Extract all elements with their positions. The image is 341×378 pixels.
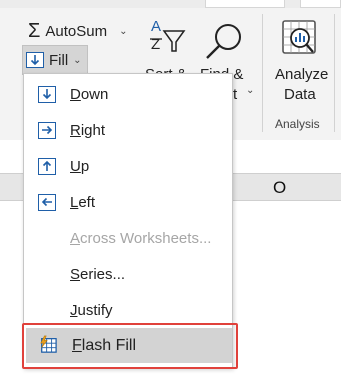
fill-up-icon [38,157,56,175]
fill-right-icon [38,121,56,139]
menu-item-label: Right [70,121,106,139]
menu-item-series[interactable]: Series... [24,256,232,292]
menu-item-flash-fill[interactable]: Flash Fill [26,328,232,363]
sort-filter-button[interactable]: A Z Sort & [140,18,195,83]
flash-fill-highlight-box: Flash Fill [22,323,238,369]
menu-item-right[interactable]: Right [24,112,232,148]
sort-filter-icon: A Z [148,18,188,66]
autosum-button[interactable]: Σ AutoSum ⌄ [28,20,127,43]
magnifier-icon [206,24,241,59]
autosum-label: AutoSum [45,23,108,40]
group-separator [334,14,335,132]
ribbon-top-box [205,0,285,8]
sigma-icon: Σ [28,20,41,42]
analyze-data-icon [282,20,316,54]
analyze-data-button[interactable]: Analyze Data [268,18,332,108]
menu-item-label: Flash Fill [72,337,137,354]
fill-down-icon [26,52,44,68]
group-separator [262,14,263,132]
chevron-down-icon: ⌄ [73,54,82,66]
menu-item-left[interactable]: Left [24,184,232,220]
menu-item-label: Series... [70,265,126,283]
fill-button[interactable]: Fill ⌄ [22,45,88,75]
chevron-down-icon: ⌄ [246,85,255,96]
menu-item-label: Across Worksheets... [70,229,212,247]
menu-item-down[interactable]: Down [24,76,232,112]
menu-item-label: Left [70,193,96,211]
analysis-group-label: Analysis [275,117,320,131]
menu-item-label: Up [70,157,90,175]
menu-item-up[interactable]: Up [24,148,232,184]
fill-left-icon [38,193,56,211]
flash-fill-icon [39,335,57,353]
chevron-down-icon: ⌄ [119,26,128,37]
menu-item-across-worksheets: Across Worksheets... [24,220,232,256]
menu-item-label: Justify [70,301,113,319]
fill-down-icon [38,85,56,103]
ribbon-top-strip [0,0,341,8]
fill-label: Fill [49,51,69,69]
column-header-o[interactable]: O [273,178,286,198]
analyze-label-line2: Data [284,86,316,103]
ribbon-top-box [300,0,341,8]
find-label-line2: t [233,86,238,103]
menu-item-label: Down [70,85,109,103]
analyze-label: Analyze [275,66,329,83]
